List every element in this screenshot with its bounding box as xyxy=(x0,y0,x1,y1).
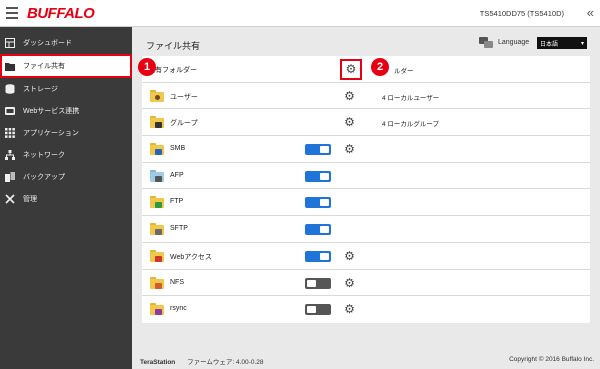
list-item-users[interactable]: ユーザー ⚙ 4 ローカルユーザー xyxy=(142,82,590,110)
list-item-ftp[interactable]: FTP xyxy=(142,189,590,217)
row-label: FTP xyxy=(170,198,184,206)
sidebar-item-file-sharing[interactable]: ファイル共有 xyxy=(0,54,132,78)
folder-icon xyxy=(150,223,164,236)
gear-icon[interactable]: ⚙ xyxy=(343,89,356,103)
smb-toggle[interactable] xyxy=(305,144,331,156)
folder-icon xyxy=(150,249,164,262)
chevron-down-icon: ▾ xyxy=(580,40,584,47)
folder-icon xyxy=(150,116,164,129)
sidebar-item-storage[interactable]: ストレージ xyxy=(0,78,132,100)
list-item-sftp[interactable]: SFTP xyxy=(142,216,590,243)
footer-copyright: Copyright © 2016 Buffalo Inc. xyxy=(509,356,594,363)
footer-brand: TeraStation xyxy=(140,359,176,366)
rsync-toggle[interactable] xyxy=(305,304,331,316)
footer-left: TeraStation ファームウェア: 4.00-0.28 xyxy=(140,356,263,366)
sidebar-item-label: ネットワーク xyxy=(23,152,65,159)
row-label: Webアクセス xyxy=(170,253,212,261)
sidebar-item-label: ストレージ xyxy=(23,86,58,93)
sidebar-item-network[interactable]: ネットワーク xyxy=(0,144,132,166)
nfs-toggle[interactable] xyxy=(305,277,331,289)
sidebar-item-web-services[interactable]: Webサービス連携 xyxy=(0,100,132,122)
row-label: SFTP xyxy=(170,225,188,233)
folder-icon xyxy=(150,196,164,209)
gear-icon[interactable]: ⚙ xyxy=(343,303,356,316)
row-info: 4 ローカルユーザー xyxy=(382,94,440,102)
web-access-toggle[interactable] xyxy=(305,250,331,262)
footer-firmware: ファームウェア: 4.00-0.28 xyxy=(187,359,264,366)
dashboard-icon xyxy=(5,38,15,48)
gear-icon[interactable]: ⚙ xyxy=(343,116,356,129)
double-chevron-left-icon[interactable]: « xyxy=(587,5,594,20)
afp-toggle[interactable] xyxy=(305,170,331,182)
folder-icon xyxy=(5,61,15,71)
folder-icon xyxy=(150,89,164,102)
file-sharing-list: 共有フォルダー ⚙ ルダー ユーザー ⚙ 4 ローカルユーザー グループ ⚙ 4… xyxy=(142,56,590,323)
page-title: ファイル共有 xyxy=(146,41,201,51)
sidebar-item-label: ダッシュボード xyxy=(23,40,72,47)
network-icon xyxy=(5,150,15,160)
folder-icon xyxy=(150,276,164,289)
list-item-groups[interactable]: グループ ⚙ 4 ローカルグループ xyxy=(142,109,590,137)
gear-icon[interactable]: ⚙ xyxy=(340,59,362,80)
sidebar-item-label: バックアップ xyxy=(23,174,65,181)
list-item-nfs[interactable]: NFS ⚙ xyxy=(142,269,590,297)
row-label: AFP xyxy=(170,171,184,179)
ftp-toggle[interactable] xyxy=(305,197,331,209)
main-content: ファイル共有 Language 日本語 ▾ 共有フォルダー ⚙ ルダー ユーザー… xyxy=(132,27,600,369)
list-item-afp[interactable]: AFP xyxy=(142,162,590,190)
folder-icon xyxy=(150,303,164,316)
top-bar: BUFFALO TS5410DD75 (TS5410D) « xyxy=(0,0,600,27)
language-icon xyxy=(479,37,493,49)
sidebar-item-backup[interactable]: バックアップ xyxy=(0,166,132,188)
row-label: グループ xyxy=(170,120,198,128)
folder-icon xyxy=(150,169,164,182)
language-label: Language xyxy=(498,39,530,46)
sidebar-item-applications[interactable]: アプリケーション xyxy=(0,122,132,144)
sidebar-item-dashboard[interactable]: ダッシュボード xyxy=(0,32,132,54)
gear-icon[interactable]: ⚙ xyxy=(343,276,356,290)
list-item-web-access[interactable]: Webアクセス ⚙ xyxy=(142,242,590,270)
sidebar: ダッシュボード ファイル共有 ストレージ Webサービス連携 アプリケーション … xyxy=(0,27,132,369)
sidebar-item-management[interactable]: 管理 xyxy=(0,188,132,210)
sftp-toggle[interactable] xyxy=(305,224,331,236)
callout-1: 1 xyxy=(138,58,156,76)
callout-2: 2 xyxy=(371,58,389,76)
language-value: 日本語 xyxy=(540,41,559,48)
sidebar-item-label: 管理 xyxy=(23,196,37,203)
tools-icon xyxy=(5,194,15,204)
language-select[interactable]: 日本語 ▾ xyxy=(537,37,587,49)
apps-grid-icon xyxy=(5,128,15,138)
sidebar-item-label: アプリケーション xyxy=(23,130,79,137)
device-name: TS5410DD75 (TS5410D) xyxy=(479,9,564,18)
sidebar-item-label: ファイル共有 xyxy=(23,63,65,70)
backup-icon xyxy=(5,172,15,182)
row-info: 4 ローカルグループ xyxy=(382,121,440,129)
gear-icon[interactable]: ⚙ xyxy=(343,143,356,156)
folder-icon xyxy=(150,143,164,156)
storage-icon xyxy=(5,84,15,94)
sidebar-item-label: Webサービス連携 xyxy=(23,108,80,115)
list-item-shared-folders[interactable]: 共有フォルダー ⚙ ルダー xyxy=(142,56,590,83)
row-label: NFS xyxy=(170,278,184,286)
list-item-rsync[interactable]: rsync ⚙ xyxy=(142,296,590,323)
row-label: ユーザー xyxy=(170,93,198,101)
row-info: ルダー xyxy=(394,68,414,75)
web-service-icon xyxy=(5,106,15,116)
gear-icon[interactable]: ⚙ xyxy=(343,249,356,263)
row-label: SMB xyxy=(170,145,186,153)
buffalo-logo: BUFFALO xyxy=(27,5,95,22)
row-label: rsync xyxy=(170,305,187,313)
hamburger-menu-icon[interactable] xyxy=(6,7,18,19)
list-item-smb[interactable]: SMB ⚙ xyxy=(142,136,590,163)
